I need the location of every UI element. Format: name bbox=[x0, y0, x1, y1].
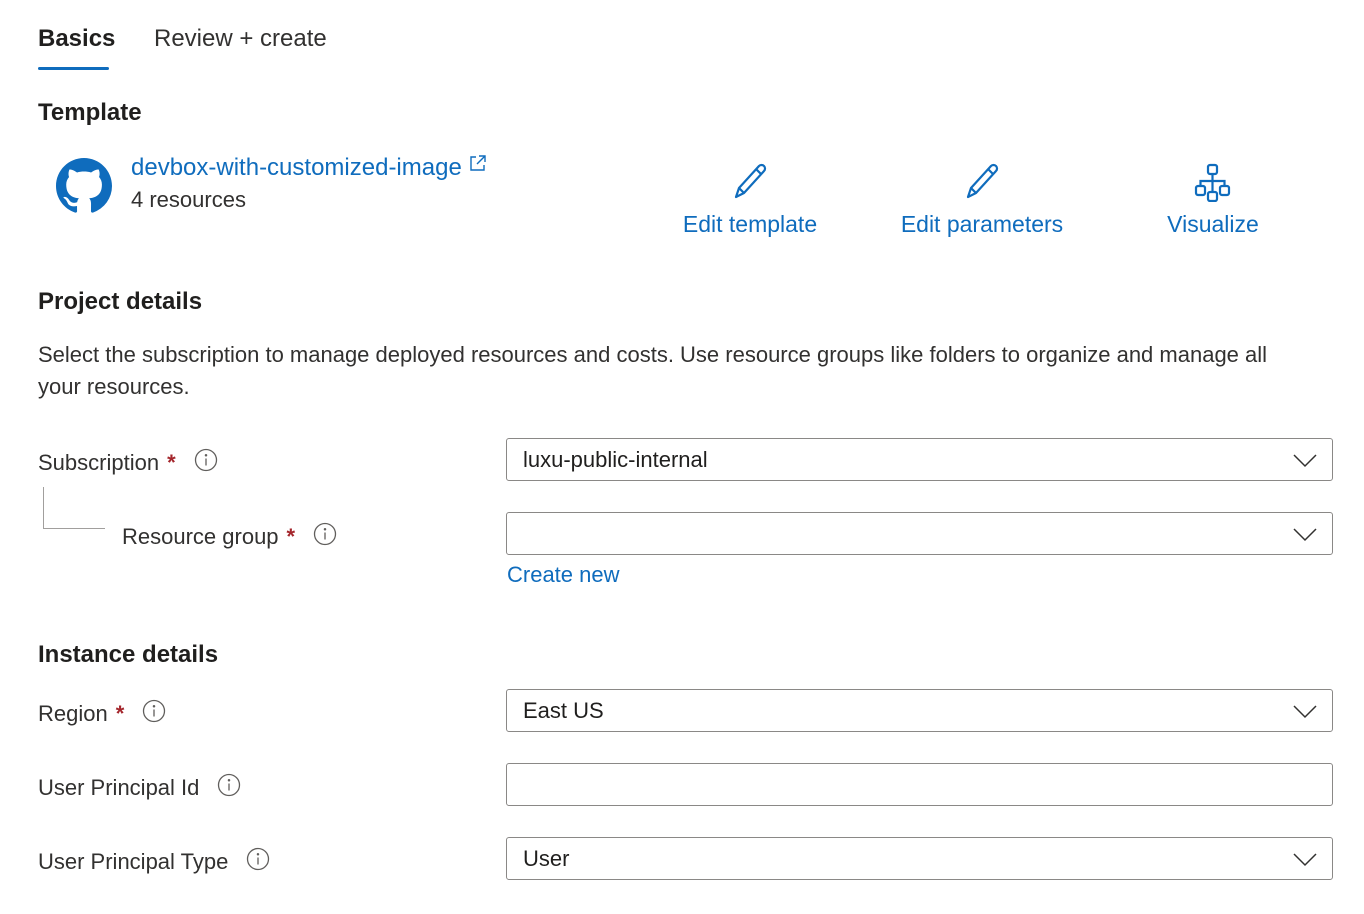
subscription-dropdown[interactable]: luxu-public-internal bbox=[506, 438, 1333, 481]
subscription-label: Subscription * bbox=[38, 448, 218, 478]
required-asterisk: * bbox=[115, 701, 125, 726]
edit-template-button[interactable]: Edit template bbox=[672, 162, 828, 238]
tree-connector bbox=[43, 487, 105, 529]
region-label: Region * bbox=[38, 699, 166, 729]
pencil-icon bbox=[672, 162, 828, 207]
visualize-label: Visualize bbox=[1167, 211, 1259, 237]
active-tab-indicator bbox=[38, 67, 109, 70]
user-principal-type-value: User bbox=[523, 846, 570, 871]
info-icon[interactable] bbox=[194, 448, 218, 478]
visualize-button[interactable]: Visualize bbox=[1160, 162, 1266, 238]
template-name-link[interactable]: devbox-with-customized-image bbox=[131, 152, 488, 182]
chevron-down-icon bbox=[1292, 525, 1318, 548]
create-new-resource-group-link[interactable]: Create new bbox=[507, 562, 620, 588]
user-principal-type-label: User Principal Type bbox=[38, 847, 270, 877]
resource-group-label: Resource group * bbox=[122, 522, 337, 552]
tab-basics[interactable]: Basics bbox=[38, 25, 115, 53]
region-dropdown[interactable]: East US bbox=[506, 689, 1333, 732]
info-icon[interactable] bbox=[217, 773, 241, 803]
edit-parameters-label: Edit parameters bbox=[900, 211, 1064, 237]
template-section-title: Template bbox=[38, 99, 142, 126]
info-icon[interactable] bbox=[313, 522, 337, 552]
region-label-text: Region bbox=[38, 701, 108, 726]
user-principal-id-input[interactable] bbox=[506, 763, 1333, 806]
user-principal-id-label: User Principal Id bbox=[38, 773, 241, 803]
chevron-down-icon bbox=[1292, 451, 1318, 474]
edit-parameters-button[interactable]: Edit parameters bbox=[890, 162, 1074, 238]
required-asterisk: * bbox=[286, 524, 296, 549]
user-principal-type-dropdown[interactable]: User bbox=[506, 837, 1333, 880]
github-icon bbox=[56, 158, 112, 219]
required-asterisk: * bbox=[167, 450, 176, 475]
project-details-title: Project details bbox=[38, 288, 203, 315]
project-details-description: Select the subscription to manage deploy… bbox=[38, 342, 1268, 399]
hierarchy-icon bbox=[1160, 162, 1266, 207]
user-principal-id-label-text: User Principal Id bbox=[38, 775, 200, 800]
resource-group-label-text: Resource group bbox=[122, 524, 279, 549]
subscription-value: luxu-public-internal bbox=[523, 447, 708, 472]
template-resource-count: 4 resources bbox=[131, 187, 246, 212]
info-icon[interactable] bbox=[142, 699, 166, 729]
instance-details-title: Instance details bbox=[38, 641, 219, 668]
template-name: devbox-with-customized-image bbox=[131, 154, 462, 181]
chevron-down-icon bbox=[1292, 850, 1318, 873]
resource-group-dropdown[interactable] bbox=[506, 512, 1333, 555]
subscription-label-text: Subscription bbox=[38, 450, 160, 475]
external-link-icon bbox=[468, 152, 488, 180]
edit-template-label: Edit template bbox=[682, 211, 818, 237]
region-value: East US bbox=[523, 698, 604, 723]
info-icon[interactable] bbox=[246, 847, 270, 877]
chevron-down-icon bbox=[1292, 702, 1318, 725]
pencil-icon bbox=[890, 162, 1074, 207]
tab-review-create[interactable]: Review + create bbox=[154, 25, 327, 53]
user-principal-type-label-text: User Principal Type bbox=[38, 849, 229, 874]
